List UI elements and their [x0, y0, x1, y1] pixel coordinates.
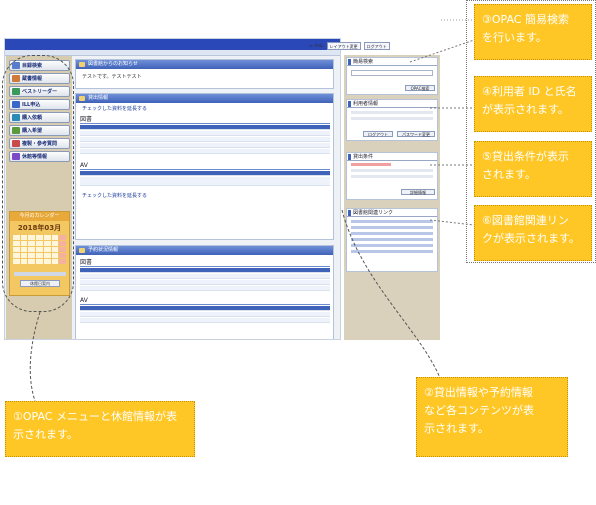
link-item[interactable] [351, 238, 433, 241]
callout-line: クが表示されます。 [482, 232, 580, 245]
section-av: AV [80, 162, 330, 170]
callout-user-info: ④利用者 ID と氏名 が表示されます。 [474, 76, 592, 132]
user-info-box: 利用者情報 ログアウト パスワード変更 [346, 99, 438, 141]
layout-button[interactable]: レイアウト変更 [326, 41, 361, 50]
callout-library-links: ⑥図書館関連リン クが表示されます。 [474, 205, 592, 261]
logout-button-sidebar[interactable]: ログアウト [363, 131, 393, 137]
reserve-panel: 予約状況情報 図書 AV [75, 245, 334, 339]
menu-highlight-outline [2, 55, 74, 312]
box-title: 貸出条件 [347, 153, 437, 161]
table-row[interactable] [80, 274, 330, 279]
section-books: 図書 [80, 257, 330, 267]
callout-line: が表示されます。 [482, 103, 569, 116]
logout-button[interactable]: ログアウト [363, 41, 390, 50]
library-links-box: 図書館関連リンク [346, 208, 438, 272]
extend-link[interactable]: チェックした資料を延長する [82, 105, 327, 112]
loan-conditions-box: 貸出条件 詳細情報 [346, 152, 438, 200]
loan-panel: 貸出情報 チェックした資料を延長する 図書 AV チェックした資料を延長する [75, 93, 334, 240]
link-item[interactable] [351, 244, 433, 247]
table-header [80, 268, 330, 273]
callout-line: されます。 [482, 168, 536, 181]
user-name [351, 117, 433, 120]
table-row[interactable] [80, 131, 330, 136]
table-row[interactable] [80, 137, 330, 142]
box-title: 利用者情報 [347, 100, 437, 108]
callout-simple-search: ③OPAC 簡易検索 を行います。 [474, 4, 592, 60]
condition-line [351, 169, 433, 172]
section-av: AV [80, 297, 330, 305]
callout-line: など各コンテンツが表 [424, 404, 534, 417]
simple-search-box: 簡易検索 OPAC検索 [346, 57, 438, 95]
table-row[interactable] [80, 143, 330, 148]
link-item[interactable] [351, 226, 433, 229]
user-id [351, 111, 433, 114]
box-title: 図書館関連リンク [347, 209, 437, 217]
callout-line: を行います。 [482, 31, 547, 44]
table-header [80, 306, 330, 311]
callout-line: ⑤貸出条件が表示 [482, 150, 569, 163]
help-link[interactable]: ≫ Help [309, 43, 324, 48]
table-row[interactable] [80, 286, 330, 291]
notice-text: テストです。テストテスト [82, 74, 142, 80]
header-links: ≫ Help レイアウト変更 ログアウト [309, 41, 439, 50]
table-header [80, 125, 330, 130]
search-input[interactable] [351, 70, 433, 76]
box-title: 簡易検索 [347, 58, 437, 66]
callout-line: ②貸出情報や予約情報 [424, 386, 533, 399]
callout-line: ③OPAC 簡易検索 [482, 13, 569, 26]
table-header [80, 171, 330, 176]
top-bar [5, 39, 340, 50]
opac-search-button[interactable]: OPAC検索 [405, 85, 435, 91]
callout-loan-conditions: ⑤貸出条件が表示 されます。 [474, 141, 592, 197]
callout-line: ①OPAC メニューと休館情報が表 [13, 410, 177, 423]
table-row[interactable] [80, 312, 330, 317]
section-books: 図書 [80, 114, 330, 124]
callout-loan-reserve: ②貸出情報や予約情報 など各コンテンツが表 示されます。 [416, 377, 568, 457]
table-row[interactable] [80, 280, 330, 285]
callout-line: ⑥図書館関連リン [482, 214, 569, 227]
right-sidebar: 簡易検索 OPAC検索 利用者情報 ログアウト パスワード変更 貸出条件 詳細情… [344, 55, 440, 340]
callout-line: 示されます。 [424, 422, 489, 435]
callout-line: 示されます。 [13, 428, 78, 441]
condition-line [351, 175, 433, 178]
notice-panel: 図書館からのお知らせ テストです。テストテスト [75, 59, 334, 89]
extend-link[interactable]: チェックした資料を延長する [82, 192, 327, 199]
table-row[interactable] [80, 318, 330, 323]
link-item[interactable] [351, 232, 433, 235]
callout-line: ④利用者 ID と氏名 [482, 85, 577, 98]
link-item[interactable] [351, 250, 433, 253]
table-row[interactable] [80, 149, 330, 154]
panel-title: 図書館からのお知らせ [76, 60, 333, 69]
link-item[interactable] [351, 220, 433, 223]
table-row[interactable] [80, 177, 330, 186]
change-password-button[interactable]: パスワード変更 [397, 131, 435, 137]
alert-line [351, 163, 391, 166]
panel-title: 貸出情報 [76, 94, 333, 103]
main-content: 図書館からのお知らせ テストです。テストテスト 貸出情報 チェックした資料を延長… [75, 56, 339, 339]
panel-title: 予約状況情報 [76, 246, 333, 255]
details-button[interactable]: 詳細情報 [401, 189, 435, 195]
callout-opac-menu: ①OPAC メニューと休館情報が表 示されます。 [5, 401, 195, 457]
